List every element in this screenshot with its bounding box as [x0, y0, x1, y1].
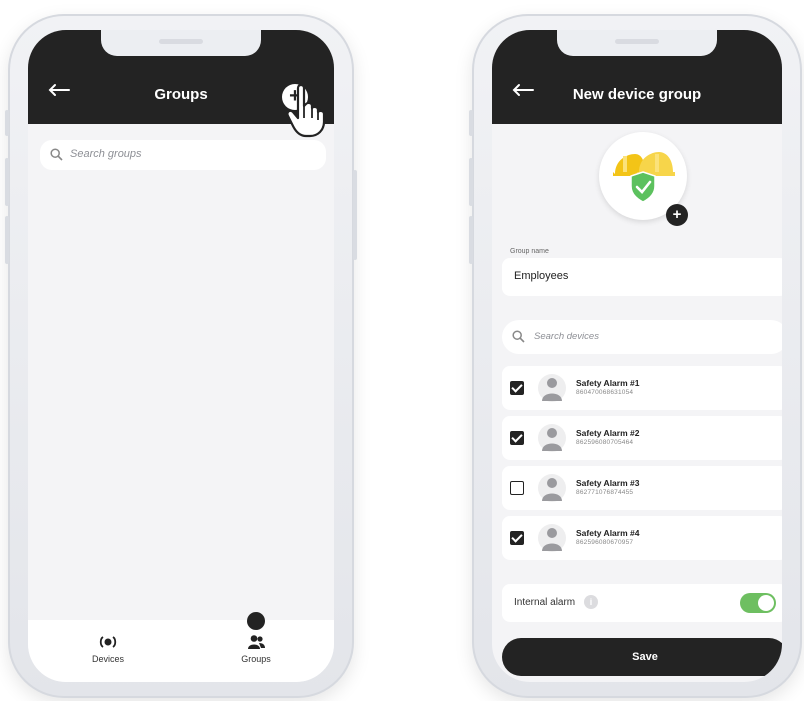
phone-side-button — [5, 158, 9, 206]
device-serial: 862596080705464 — [576, 439, 634, 446]
hand-pointer-icon — [286, 83, 326, 138]
phone-side-button — [5, 110, 9, 136]
person-avatar-icon — [538, 374, 566, 402]
device-checkbox[interactable] — [510, 481, 524, 495]
new-group-screen: New device group + Group name Employees … — [492, 30, 782, 682]
phone-side-button — [353, 170, 357, 260]
notch — [557, 30, 717, 56]
search-devices-input[interactable]: Search devices — [502, 320, 782, 354]
search-placeholder: Search groups — [70, 148, 142, 160]
save-button[interactable]: Save — [502, 638, 782, 676]
bottom-tab-bar: Devices Groups — [28, 612, 334, 682]
group-name-label: Group name — [510, 248, 549, 255]
plus-icon: + — [672, 206, 682, 223]
tab-groups[interactable]: Groups — [216, 634, 296, 664]
search-placeholder: Search devices — [534, 331, 599, 342]
search-icon — [512, 330, 525, 343]
phone-new-group: New device group + Group name Employees … — [469, 14, 802, 698]
stage: Groups + Search groups Devices Groups Ne… — [0, 0, 804, 701]
tab-label: Devices — [91, 654, 124, 664]
device-row[interactable]: Safety Alarm #1 860470068631054 — [502, 366, 782, 410]
info-icon[interactable]: i — [584, 595, 598, 609]
tab-label: Groups — [241, 654, 271, 664]
internal-alarm-label: Internal alarm — [514, 597, 576, 608]
device-name: Safety Alarm #3 — [576, 478, 640, 488]
device-serial: 860470068631054 — [576, 389, 634, 396]
search-groups-input[interactable]: Search groups — [40, 140, 326, 170]
phone-groups: Groups + Search groups Devices Groups — [5, 14, 357, 698]
phone-side-button — [469, 110, 473, 136]
tab-devices[interactable]: Devices — [68, 634, 148, 664]
person-avatar-icon — [538, 424, 566, 452]
person-avatar-icon — [538, 474, 566, 502]
speaker — [615, 39, 659, 44]
device-checkbox[interactable] — [510, 381, 524, 395]
phone-side-button — [5, 216, 9, 264]
device-checkbox[interactable] — [510, 531, 524, 545]
person-avatar-icon — [538, 524, 566, 552]
internal-alarm-toggle[interactable] — [740, 593, 776, 613]
active-tab-indicator — [247, 612, 265, 630]
phone-side-button — [469, 158, 473, 206]
group-name-field[interactable]: Employees — [502, 258, 782, 296]
device-row[interactable]: Safety Alarm #3 862771076874455 — [502, 466, 782, 510]
search-icon — [50, 148, 63, 161]
add-avatar-button[interactable]: + — [666, 204, 688, 226]
internal-alarm-row: Internal alarm i — [502, 584, 782, 622]
device-row[interactable]: Safety Alarm #4 862596080670957 — [502, 516, 782, 560]
devices-icon — [99, 636, 117, 648]
speaker — [159, 39, 203, 44]
notch — [101, 30, 261, 56]
page-title: New device group — [572, 86, 702, 103]
device-name: Safety Alarm #1 — [576, 378, 640, 388]
device-name: Safety Alarm #4 — [576, 528, 640, 538]
device-serial: 862771076874455 — [576, 489, 634, 496]
phone-side-button — [469, 216, 473, 264]
groups-screen: Groups + Search groups Devices Groups — [28, 30, 334, 682]
group-name-value: Employees — [514, 270, 569, 282]
groups-icon — [248, 635, 265, 649]
device-serial: 862596080670957 — [576, 539, 634, 546]
device-name: Safety Alarm #2 — [576, 428, 640, 438]
device-checkbox[interactable] — [510, 431, 524, 445]
device-row[interactable]: Safety Alarm #2 862596080705464 — [502, 416, 782, 460]
